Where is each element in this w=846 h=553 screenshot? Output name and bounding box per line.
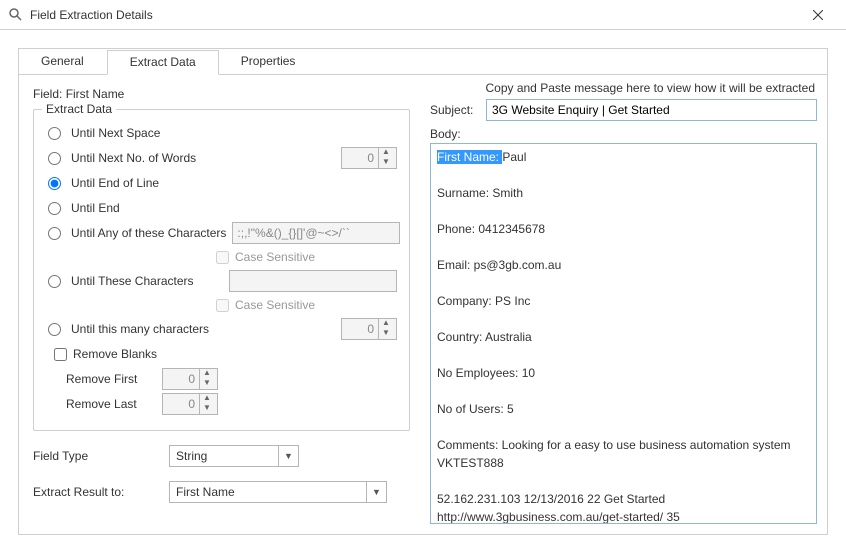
radio-label-until-next-no-words: Until Next No. of Words [71, 151, 221, 165]
titlebar: Field Extraction Details [0, 0, 846, 30]
radio-label-until-many-chars: Until this many characters [71, 322, 221, 336]
spinner-down-icon[interactable]: ▼ [379, 329, 393, 339]
field-type-label: Field Type [33, 449, 169, 463]
chevron-down-icon[interactable]: ▼ [278, 446, 298, 466]
tab-general[interactable]: General [19, 50, 107, 75]
chevron-down-icon[interactable]: ▼ [366, 482, 386, 502]
body-textarea[interactable]: First Name: Paul Surname: Smith Phone: 0… [430, 143, 817, 524]
body-highlight: First Name: [437, 150, 502, 164]
any-chars-case-sensitive-label: Case Sensitive [235, 250, 315, 264]
extract-data-fieldset: Extract Data Until Next Space Until Next… [33, 109, 410, 431]
remove-first-spinner[interactable]: ▲▼ [162, 368, 218, 390]
body-rest: Surname: Smith Phone: 0412345678 Email: … [437, 186, 799, 524]
radio-label-until-end-of-line: Until End of Line [71, 176, 221, 190]
body-after-highlight: Paul [502, 150, 526, 164]
app-icon [8, 7, 24, 23]
remove-blanks-checkbox[interactable] [54, 348, 67, 361]
many-chars-spinner[interactable]: ▲▼ [341, 318, 397, 340]
radio-until-any-chars[interactable] [48, 227, 61, 240]
spinner-down-icon[interactable]: ▼ [200, 404, 214, 414]
body-label: Body: [430, 127, 817, 141]
radio-label-until-any-chars: Until Any of these Characters [71, 226, 226, 240]
subject-label: Subject: [430, 103, 480, 117]
spinner-down-icon[interactable]: ▼ [379, 158, 393, 168]
any-chars-case-sensitive-checkbox[interactable] [216, 251, 229, 264]
extract-result-combo[interactable]: First Name ▼ [169, 481, 387, 503]
radio-label-until-next-space: Until Next Space [71, 126, 221, 140]
spinner-down-icon[interactable]: ▼ [200, 379, 214, 389]
many-chars-input[interactable] [342, 322, 378, 336]
tab-extract-data[interactable]: Extract Data [107, 50, 219, 75]
radio-until-end[interactable] [48, 202, 61, 215]
these-chars-input[interactable] [229, 270, 397, 292]
field-type-combo[interactable]: String ▼ [169, 445, 299, 467]
subject-input[interactable] [486, 99, 817, 121]
these-chars-case-sensitive-checkbox[interactable] [216, 299, 229, 312]
close-button[interactable] [798, 1, 838, 29]
radio-until-many-chars[interactable] [48, 323, 61, 336]
field-type-value: String [170, 449, 278, 463]
any-chars-input[interactable] [232, 222, 400, 244]
radio-label-until-these-chars: Until These Characters [71, 274, 221, 288]
field-value: First Name [66, 87, 125, 101]
radio-until-next-no-words[interactable] [48, 152, 61, 165]
these-chars-case-sensitive-label: Case Sensitive [235, 298, 315, 312]
remove-blanks-label: Remove Blanks [73, 347, 157, 361]
extract-result-label: Extract Result to: [33, 485, 169, 499]
field-row: Field: First Name [33, 87, 410, 101]
no-of-words-spinner[interactable]: ▲▼ [341, 147, 397, 169]
hint-text: Copy and Paste message here to view how … [430, 79, 817, 97]
remove-last-input[interactable] [163, 397, 199, 411]
radio-label-until-end: Until End [71, 201, 221, 215]
no-of-words-input[interactable] [342, 151, 378, 165]
main-panel: General Extract Data Properties Field: F… [18, 48, 828, 535]
remove-last-label: Remove Last [66, 397, 162, 411]
remove-first-label: Remove First [66, 372, 162, 386]
field-label: Field: [33, 87, 62, 101]
fieldset-legend: Extract Data [42, 102, 116, 116]
radio-until-next-space[interactable] [48, 127, 61, 140]
remove-last-spinner[interactable]: ▲▼ [162, 393, 218, 415]
tab-bar: General Extract Data Properties [19, 49, 827, 75]
extract-result-value: First Name [170, 485, 366, 499]
radio-until-these-chars[interactable] [48, 275, 61, 288]
radio-until-end-of-line[interactable] [48, 177, 61, 190]
window-title: Field Extraction Details [30, 8, 798, 22]
remove-first-input[interactable] [163, 372, 199, 386]
tab-properties[interactable]: Properties [219, 50, 319, 75]
